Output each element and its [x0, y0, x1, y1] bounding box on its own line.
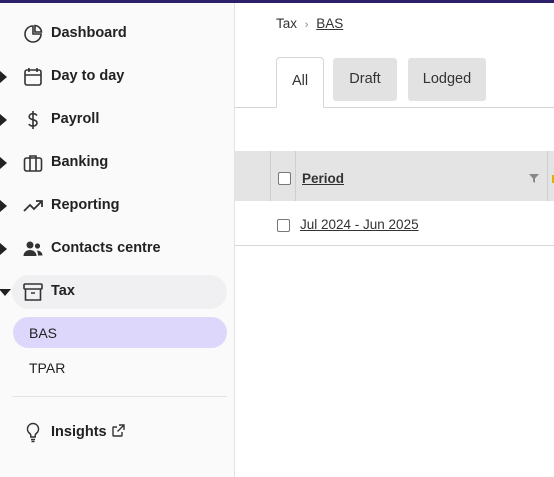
sidebar-item-payroll[interactable]: Payroll: [0, 103, 234, 137]
row-checkbox[interactable]: [277, 219, 290, 232]
archive-icon: [22, 281, 44, 303]
sidebar-item-label: Contacts centre: [51, 240, 161, 256]
filter-icon[interactable]: [528, 171, 540, 183]
sidebar-item-tax[interactable]: Tax: [0, 275, 234, 309]
sidebar-item-label: Banking: [51, 154, 109, 170]
column-divider: [295, 151, 296, 201]
period-link[interactable]: Jul 2024 - Jun 2025: [300, 217, 419, 232]
sidebar-item-label: Tax: [51, 283, 75, 299]
sidebar-item-tax-highlight: [12, 275, 227, 309]
sidebar-item-day-to-day[interactable]: Day to day: [0, 60, 234, 94]
collapse-arrow-icon[interactable]: [0, 289, 11, 296]
people-icon: [22, 238, 44, 260]
expand-arrow-icon[interactable]: [0, 114, 7, 126]
pie-chart-icon: [22, 23, 44, 45]
sidebar-subitem-bas[interactable]: BAS: [13, 317, 227, 348]
expand-arrow-icon[interactable]: [0, 71, 7, 83]
sidebar-item-label: Day to day: [51, 68, 125, 84]
sidebar: Dashboard Day to day Payroll Banking Rep…: [0, 3, 235, 477]
sidebar-subitem-label: BAS: [29, 325, 58, 341]
expand-arrow-icon[interactable]: [0, 157, 7, 169]
expand-arrow-icon[interactable]: [0, 200, 7, 212]
breadcrumb: Tax › BAS: [276, 16, 343, 31]
dollar-icon: [22, 109, 44, 131]
trend-up-icon: [22, 195, 44, 217]
select-all-checkbox[interactable]: [278, 172, 291, 185]
sidebar-item-label: Dashboard: [51, 25, 127, 41]
column-header-period[interactable]: Period: [302, 171, 344, 186]
tab-draft[interactable]: Draft: [333, 58, 397, 101]
tab-lodged[interactable]: Lodged: [408, 58, 486, 101]
sidebar-item-label: Reporting: [51, 197, 120, 213]
tab-all[interactable]: All: [276, 57, 324, 108]
column-divider: [270, 151, 271, 201]
sidebar-divider: [12, 396, 227, 397]
sidebar-item-label: Payroll: [51, 111, 100, 127]
lightbulb-icon: [22, 421, 44, 443]
sidebar-item-insights[interactable]: Insights: [0, 415, 234, 449]
briefcase-icon: [22, 152, 44, 174]
breadcrumb-item-bas[interactable]: BAS: [316, 16, 343, 31]
column-divider: [547, 151, 548, 201]
sidebar-subitem-tpar[interactable]: TPAR: [13, 352, 227, 383]
chevron-right-icon: ›: [304, 19, 309, 31]
sidebar-item-contacts-centre[interactable]: Contacts centre: [0, 232, 234, 266]
sidebar-item-dashboard[interactable]: Dashboard: [0, 17, 234, 51]
breadcrumb-item-tax[interactable]: Tax: [276, 16, 297, 31]
calendar-icon: [22, 66, 44, 88]
sidebar-item-reporting[interactable]: Reporting: [0, 189, 234, 223]
sidebar-item-banking[interactable]: Banking: [0, 146, 234, 180]
external-link-icon: [111, 423, 126, 442]
sidebar-item-label: Insights: [51, 423, 126, 442]
expand-arrow-icon[interactable]: [0, 243, 7, 255]
sidebar-subitem-label: TPAR: [29, 360, 66, 376]
